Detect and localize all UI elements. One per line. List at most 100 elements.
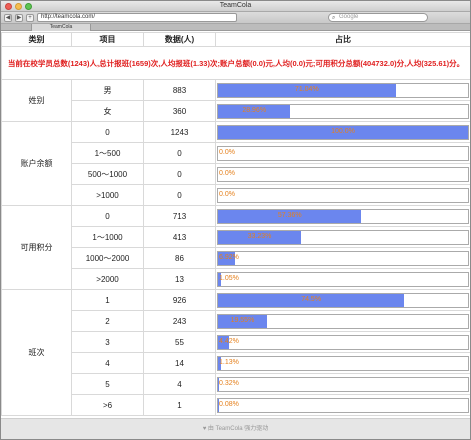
percent-cell: 0.0%: [215, 163, 470, 185]
percent-bar-track: 6.92%: [217, 250, 469, 266]
percent-label: 74.5%: [301, 295, 322, 303]
item-cell: 1～500: [71, 142, 144, 164]
count-cell: 243: [143, 310, 216, 332]
item-cell: 3: [71, 331, 144, 353]
item-cell: 5: [71, 373, 144, 395]
table-header-row: 类别 项目 数据(人) 占比: [1, 32, 470, 47]
header-item: 项目: [71, 32, 144, 47]
count-cell: 55: [143, 331, 216, 353]
table-row: 女 360 28.96%: [2, 100, 470, 122]
percent-bar-track: 0.0%: [217, 145, 469, 161]
percent-label: 1.13%: [219, 358, 239, 366]
percent-bar-track: 1.05%: [217, 271, 469, 287]
count-cell: 713: [143, 205, 216, 227]
percent-label: 6.92%: [219, 253, 239, 261]
table-row: 1～1000 413 33.23%: [2, 226, 470, 248]
count-cell: 1243: [143, 121, 216, 143]
item-cell: 0: [71, 205, 144, 227]
percent-label: 19.55%: [230, 316, 255, 324]
count-cell: 1: [143, 394, 216, 416]
percent-label: 0.32%: [219, 379, 239, 387]
back-button[interactable]: ◀: [4, 13, 12, 22]
search-field[interactable]: ⌕ Google: [328, 13, 428, 22]
table-row: >6 1 0.08%: [2, 394, 470, 416]
percent-bar-track: 0.0%: [217, 187, 469, 203]
item-cell: >2000: [71, 268, 144, 290]
percent-cell: 0.08%: [215, 394, 470, 416]
item-cell: 0: [71, 121, 144, 143]
percent-bar-track: 74.5%: [217, 292, 469, 308]
count-cell: 413: [143, 226, 216, 248]
percent-bar-track: 0.0%: [217, 166, 469, 182]
percent-label: 33.23%: [247, 232, 272, 240]
table-row: 5 4 0.32%: [2, 373, 470, 395]
percent-label: 28.96%: [242, 106, 267, 114]
browser-window: TeamCola ◀ ▶ + http://teamcola.com/ ⌕ Go…: [0, 0, 471, 440]
table-row: 班次 1 926 74.5%: [1, 289, 470, 416]
count-cell: 0: [143, 163, 216, 185]
percent-label: 71.04%: [294, 85, 319, 93]
header-category: 类别: [1, 32, 72, 47]
percent-bar-track: 0.08%: [217, 397, 469, 413]
page-footer: ♥ 由 TeamCola 强力驱动: [1, 418, 470, 439]
forward-button[interactable]: ▶: [15, 13, 23, 22]
tab-teamcola[interactable]: TeamCola: [31, 24, 91, 31]
item-cell: 500～1000: [71, 163, 144, 185]
percent-bar-track: 71.04%: [217, 82, 469, 98]
percent-label: 57.36%: [277, 211, 302, 219]
count-cell: 0: [143, 184, 216, 206]
percent-cell: 57.36%: [215, 205, 470, 227]
summary-row: 当前在校学员总数(1243)人,总计报班(1659)次,人均报班(1.33)次;…: [1, 46, 470, 80]
table-row: 4 14 1.13%: [2, 352, 470, 374]
table-row: 1～500 0 0.0%: [2, 142, 470, 164]
add-bookmark-button[interactable]: +: [26, 13, 34, 22]
percent-cell: 100.0%: [215, 121, 470, 143]
percent-bar-track: 4.42%: [217, 334, 469, 350]
percent-cell: 1.13%: [215, 352, 470, 374]
percent-bar-track: 28.96%: [217, 103, 469, 119]
percent-bar-track: 100.0%: [217, 124, 469, 140]
percent-bar-track: 1.13%: [217, 355, 469, 371]
percent-bar-track: 19.55%: [217, 313, 469, 329]
header-percent: 占比: [215, 32, 470, 47]
count-cell: 86: [143, 247, 216, 269]
percent-cell: 33.23%: [215, 226, 470, 248]
table-row: >2000 13 1.05%: [2, 268, 470, 290]
item-cell: 4: [71, 352, 144, 374]
table-row: 500～1000 0 0.0%: [2, 163, 470, 185]
item-cell: >1000: [71, 184, 144, 206]
percent-cell: 1.05%: [215, 268, 470, 290]
item-cell: 男: [71, 79, 144, 101]
count-cell: 14: [143, 352, 216, 374]
percent-label: 1.05%: [219, 274, 239, 282]
percent-label: 0.0%: [219, 148, 235, 156]
search-placeholder: Google: [339, 14, 359, 20]
count-cell: 883: [143, 79, 216, 101]
category-cell: 可用积分: [1, 205, 72, 290]
percent-cell: 28.96%: [215, 100, 470, 122]
window-title: TeamCola: [219, 2, 252, 9]
percent-cell: 71.04%: [215, 79, 470, 101]
count-cell: 13: [143, 268, 216, 290]
page-content: 类别 项目 数据(人) 占比 当前在校学员总数(1243)人,总计报班(1659…: [1, 32, 470, 418]
percent-cell: 4.42%: [215, 331, 470, 353]
item-cell: 女: [71, 100, 144, 122]
search-icon: ⌕: [332, 15, 336, 21]
percent-bar-track: 57.36%: [217, 208, 469, 224]
count-cell: 360: [143, 100, 216, 122]
table-row: 可用积分 0 713 57.36%: [1, 205, 470, 290]
item-cell: 1～1000: [71, 226, 144, 248]
statistics-table: 类别 项目 数据(人) 占比 当前在校学员总数(1243)人,总计报班(1659…: [1, 32, 470, 416]
summary-text: 当前在校学员总数(1243)人,总计报班(1659)次,人均报班(1.33)次;…: [1, 46, 470, 80]
item-cell: >6: [71, 394, 144, 416]
item-cell: 1: [71, 289, 144, 311]
browser-toolbar: ◀ ▶ + http://teamcola.com/ ⌕ Google: [1, 12, 470, 24]
address-bar[interactable]: http://teamcola.com/: [37, 13, 237, 22]
percent-bar-track: 0.32%: [217, 376, 469, 392]
percent-cell: 6.92%: [215, 247, 470, 269]
count-cell: 4: [143, 373, 216, 395]
percent-label: 0.08%: [219, 400, 239, 408]
item-cell: 1000～2000: [71, 247, 144, 269]
percent-cell: 74.5%: [215, 289, 470, 311]
percent-cell: 19.55%: [215, 310, 470, 332]
